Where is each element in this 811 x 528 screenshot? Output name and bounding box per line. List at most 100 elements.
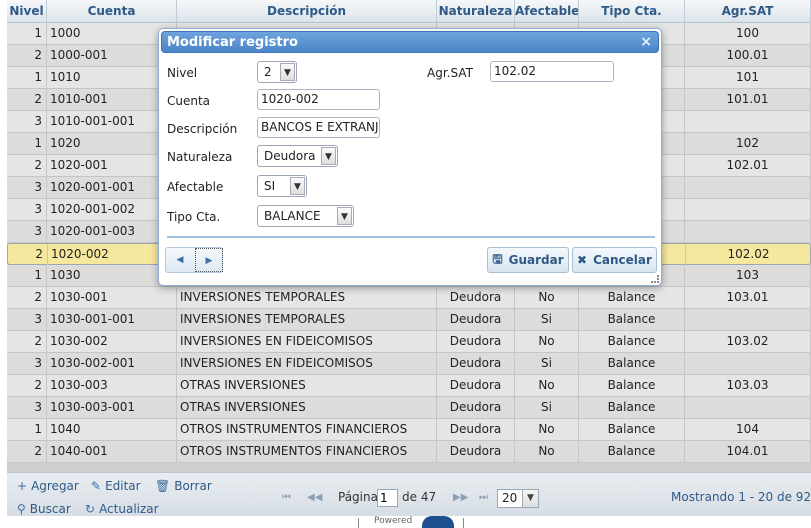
cell-tipo: Balance (579, 419, 685, 440)
plus-icon: + (17, 479, 28, 493)
cell-agr: 103 (685, 265, 811, 286)
first-page-icon[interactable]: ⏮ (282, 492, 291, 503)
cell-afectable: No (515, 375, 579, 396)
delete-button[interactable]: 🗑 Borrar (155, 479, 212, 493)
add-button[interactable]: + Agregar (17, 479, 79, 493)
tipo-cta-select[interactable]: BALANCE ▼ (257, 205, 354, 227)
cell-agr (685, 397, 811, 418)
edit-button[interactable]: ✎ Editar (91, 479, 141, 493)
dialog-title-bar[interactable]: Modificar registro × (161, 31, 659, 53)
save-button[interactable]: 🖫 Guardar (487, 247, 569, 273)
cell-nivel: 2 (7, 45, 47, 66)
cell-afectable: No (515, 331, 579, 352)
table-row[interactable]: 3 1030-002-001 INVERSIONES EN FIDEICOMISOS… (7, 353, 811, 375)
rows-per-page-select[interactable]: 20 ▼ (497, 489, 539, 508)
table-row[interactable]: 2 1040-001 OTROS INSTRUMENTOS FINANCIEROS D… (7, 441, 811, 463)
next-page-icon[interactable]: ▶▶ (453, 492, 468, 503)
cell-agr: 101.01 (685, 89, 811, 110)
cell-agr: 102.02 (686, 244, 811, 265)
cell-agr: 104 (685, 419, 811, 440)
cell-afectable: Si (515, 397, 579, 418)
cell-descripcion: OTRAS INVERSIONES (177, 397, 437, 418)
prev-record-icon[interactable]: ◀ (166, 248, 194, 272)
cell-descripcion: OTROS INSTRUMENTOS FINANCIEROS (177, 419, 437, 440)
afectable-label: Afectable (167, 180, 224, 194)
next-record-icon[interactable]: ▶ (195, 248, 223, 272)
col-header-naturaleza[interactable]: Naturaleza (437, 0, 515, 23)
agr-sat-input[interactable]: 102.02 (490, 61, 614, 82)
delete-button-label: Borrar (174, 479, 212, 493)
cell-cuenta: 1030-001-001 (47, 309, 177, 330)
table-row[interactable]: 1 1040 OTROS INSTRUMENTOS FINANCIEROS Deudo… (7, 419, 811, 441)
cell-naturaleza: Deudora (437, 331, 515, 352)
col-header-descripcion[interactable]: Descripción (177, 0, 437, 23)
add-button-label: Agregar (31, 479, 79, 493)
table-row[interactable]: 2 1030-001 INVERSIONES TEMPORALES Deudora No… (7, 287, 811, 309)
chevron-down-icon: ▼ (280, 63, 295, 81)
cell-tipo: Balance (579, 309, 685, 330)
cancel-button[interactable]: ✖ Cancelar (572, 247, 657, 273)
page-count: de 47 (402, 490, 437, 504)
cuenta-input[interactable]: 1020-002 (257, 89, 380, 110)
chevron-down-icon: ▼ (321, 147, 336, 165)
cell-nivel: 3 (7, 111, 47, 132)
cell-cuenta: 1040 (47, 419, 177, 440)
cuenta-label: Cuenta (167, 94, 211, 108)
last-page-icon[interactable]: ⏭ (479, 492, 488, 503)
cell-nivel: 3 (7, 177, 47, 198)
refresh-button[interactable]: ↻ Actualizar (85, 502, 159, 516)
cell-agr: 103.01 (685, 287, 811, 308)
table-row[interactable]: 2 1030-002 INVERSIONES EN FIDEICOMISOS Deud… (7, 331, 811, 353)
grid-pager: + Agregar ✎ Editar 🗑 Borrar ⚲ Buscar ↻ A… (7, 472, 811, 516)
search-button[interactable]: ⚲ Buscar (17, 502, 71, 516)
col-header-tipo[interactable]: Tipo Cta. (579, 0, 685, 23)
page-number-input[interactable] (377, 489, 398, 507)
cell-naturaleza: Deudora (437, 309, 515, 330)
cell-agr (685, 177, 811, 198)
cell-nivel: 2 (7, 287, 47, 308)
afectable-select[interactable]: SI ▼ (257, 175, 307, 197)
cell-cuenta: 1030-001 (47, 287, 177, 308)
search-button-label: Buscar (29, 502, 71, 516)
resize-handle[interactable] (651, 275, 659, 283)
cancel-button-label: Cancelar (593, 253, 652, 267)
col-header-cuenta[interactable]: Cuenta (47, 0, 177, 23)
table-row[interactable]: 3 1030-001-001 INVERSIONES TEMPORALES Deudo… (7, 309, 811, 331)
page-label: Página (338, 490, 378, 504)
refresh-icon: ↻ (85, 502, 96, 516)
close-icon[interactable]: × (640, 34, 652, 50)
naturaleza-select[interactable]: Deudora ▼ (257, 145, 338, 167)
cell-nivel: 3 (7, 397, 47, 418)
cell-afectable: No (515, 441, 579, 462)
cell-descripcion: INVERSIONES EN FIDEICOMISOS (177, 331, 437, 352)
cell-nivel: 1 (7, 419, 47, 440)
cell-tipo: Balance (579, 375, 685, 396)
records-info: Mostrando 1 - 20 de 925 (671, 490, 811, 504)
dialog-divider (167, 236, 655, 238)
cell-cuenta: 1030-002 (47, 331, 177, 352)
cell-nivel: 3 (7, 353, 47, 374)
prev-page-icon[interactable]: ◀◀ (307, 492, 322, 503)
cell-tipo: Balance (579, 287, 685, 308)
close-icon: ✖ (577, 253, 588, 267)
table-row[interactable]: 3 1030-003-001 OTRAS INVERSIONES Deudora Si B… (7, 397, 811, 419)
table-row[interactable]: 2 1030-003 OTRAS INVERSIONES Deudora No Balan… (7, 375, 811, 397)
cell-agr (685, 353, 811, 374)
edit-record-dialog: Modificar registro × Nivel 2 ▼ Agr.SAT 1… (158, 28, 662, 286)
col-header-nivel[interactable]: Nivel (7, 0, 47, 23)
cell-afectable: Si (515, 309, 579, 330)
rows-per-page-value: 20 (502, 491, 518, 505)
agr-sat-label: Agr.SAT (427, 66, 473, 80)
nivel-select[interactable]: 2 ▼ (257, 61, 297, 83)
cell-nivel: 2 (8, 244, 48, 265)
cell-cuenta: 1030-003 (47, 375, 177, 396)
descripcion-input[interactable]: BANCOS E EXTRANJERA (257, 117, 380, 138)
record-navigation: ◀ ▶ (165, 247, 223, 273)
col-header-afectable[interactable]: Afectable (515, 0, 579, 23)
cell-nivel: 2 (7, 89, 47, 110)
cell-nivel: 3 (7, 309, 47, 330)
cell-agr (685, 309, 811, 330)
cell-nivel: 1 (7, 67, 47, 88)
col-header-agr[interactable]: Agr.SAT (685, 0, 811, 23)
tipo-cta-select-value: BALANCE (264, 209, 321, 223)
